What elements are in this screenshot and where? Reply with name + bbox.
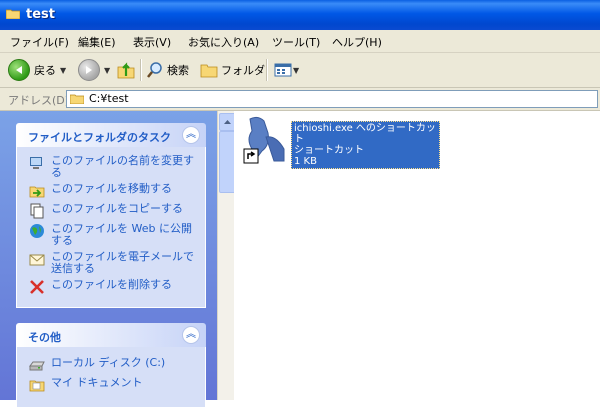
task-pane-scrollbar[interactable]	[217, 111, 236, 400]
search-icon	[147, 62, 162, 78]
shortcut-file-label[interactable]: ichioshi.exe へのショートカット ショートカット 1 KB	[291, 121, 440, 169]
hard-drive-icon	[29, 361, 45, 371]
file-size: 1 KB	[294, 156, 317, 167]
copy-icon	[30, 203, 44, 219]
views-icon	[274, 63, 292, 77]
back-arrow-icon	[8, 59, 30, 81]
file-list-area[interactable]: ichioshi.exe へのショートカット ショートカット 1 KB	[234, 111, 600, 400]
menu-tools[interactable]: ツール(T)	[272, 34, 320, 50]
other-places-panel: その他 ︽ ローカル ディスク (C:) マイ ドキュメント	[16, 323, 206, 408]
views-dropdown-icon[interactable]: ▼	[293, 66, 299, 75]
search-button[interactable]: 検索	[146, 59, 189, 81]
rename-icon	[30, 157, 42, 169]
panel-body: ローカル ディスク (C:) マイ ドキュメント	[16, 347, 206, 408]
menu-help[interactable]: ヘルプ(H)	[332, 34, 382, 50]
views-button[interactable]: ▼	[274, 59, 299, 81]
up-folder-icon	[117, 62, 135, 79]
menu-bar: ファイル(F) 編集(E) 表示(V) お気に入り(A) ツール(T) ヘルプ(…	[0, 30, 600, 53]
email-icon	[29, 254, 45, 266]
panel-header[interactable]: その他 ︽	[16, 323, 206, 347]
file-type: ショートカット	[294, 145, 364, 156]
shortcut-app-icon	[243, 116, 285, 164]
folders-button[interactable]: フォルダ	[200, 59, 265, 81]
folder-icon	[6, 9, 20, 19]
globe-icon	[30, 224, 44, 238]
file-folder-tasks-panel: ファイルとフォルダのタスク ︽ このファイルの名前を変更する このファイルを移動…	[16, 123, 206, 308]
folder-icon	[70, 94, 84, 104]
forward-arrow-icon	[78, 59, 100, 81]
my-documents-icon	[29, 380, 45, 392]
folders-label: フォルダ	[221, 64, 265, 77]
menu-file[interactable]: ファイル(F)	[10, 34, 69, 50]
collapse-icon[interactable]: ︽	[182, 126, 200, 144]
panel-body: このファイルの名前を変更する このファイルを移動する このファイルをコピーする	[16, 147, 206, 308]
toolbar: 戻る ▼ ▼ 検索 フォルダ ▼	[0, 53, 600, 88]
back-dropdown-icon[interactable]: ▼	[60, 66, 66, 75]
shortcut-file-item[interactable]	[240, 115, 288, 165]
search-label: 検索	[167, 64, 189, 77]
address-label: アドレス(D)	[8, 94, 70, 107]
address-value: C:¥test	[89, 92, 129, 105]
menu-favorites[interactable]: お気に入り(A)	[188, 34, 259, 50]
task-label: このファイルを削除する	[51, 278, 172, 291]
place-label: マイ ドキュメント	[51, 376, 143, 389]
panel-header[interactable]: ファイルとフォルダのタスク ︽	[16, 123, 206, 147]
task-label: このファイルの名前を変更する	[51, 154, 194, 179]
task-label: このファイルをコピーする	[51, 202, 183, 215]
back-label: 戻る	[34, 64, 56, 77]
address-bar: アドレス(D) C:¥test	[0, 88, 600, 111]
folders-icon	[200, 64, 218, 78]
collapse-icon[interactable]: ︽	[182, 326, 200, 344]
menu-view[interactable]: 表示(V)	[133, 34, 171, 50]
place-label: ローカル ディスク (C:)	[51, 356, 166, 369]
forward-button[interactable]: ▼	[78, 59, 110, 81]
move-icon	[29, 186, 45, 198]
panel-title: その他	[28, 331, 61, 344]
task-pane: ファイルとフォルダのタスク ︽ このファイルの名前を変更する このファイルを移動…	[0, 111, 233, 408]
panel-title: ファイルとフォルダのタスク	[28, 131, 171, 144]
title-bar[interactable]: test	[0, 0, 600, 30]
address-field[interactable]: C:¥test	[66, 90, 598, 108]
toolbar-separator	[140, 59, 142, 81]
window-title: test	[26, 7, 55, 22]
up-folder-button[interactable]	[116, 59, 136, 81]
toolbar-separator	[266, 59, 268, 81]
file-name: ichioshi.exe へのショートカット	[294, 123, 436, 145]
back-button[interactable]: 戻る ▼	[8, 59, 66, 81]
forward-dropdown-icon[interactable]: ▼	[104, 66, 110, 75]
task-label: このファイルを移動する	[51, 182, 172, 195]
task-label: このファイルを Web に公開する	[51, 222, 192, 247]
delete-icon	[30, 280, 44, 294]
task-label: このファイルを電子メールで送信する	[51, 250, 194, 275]
menu-edit[interactable]: 編集(E)	[78, 34, 116, 50]
